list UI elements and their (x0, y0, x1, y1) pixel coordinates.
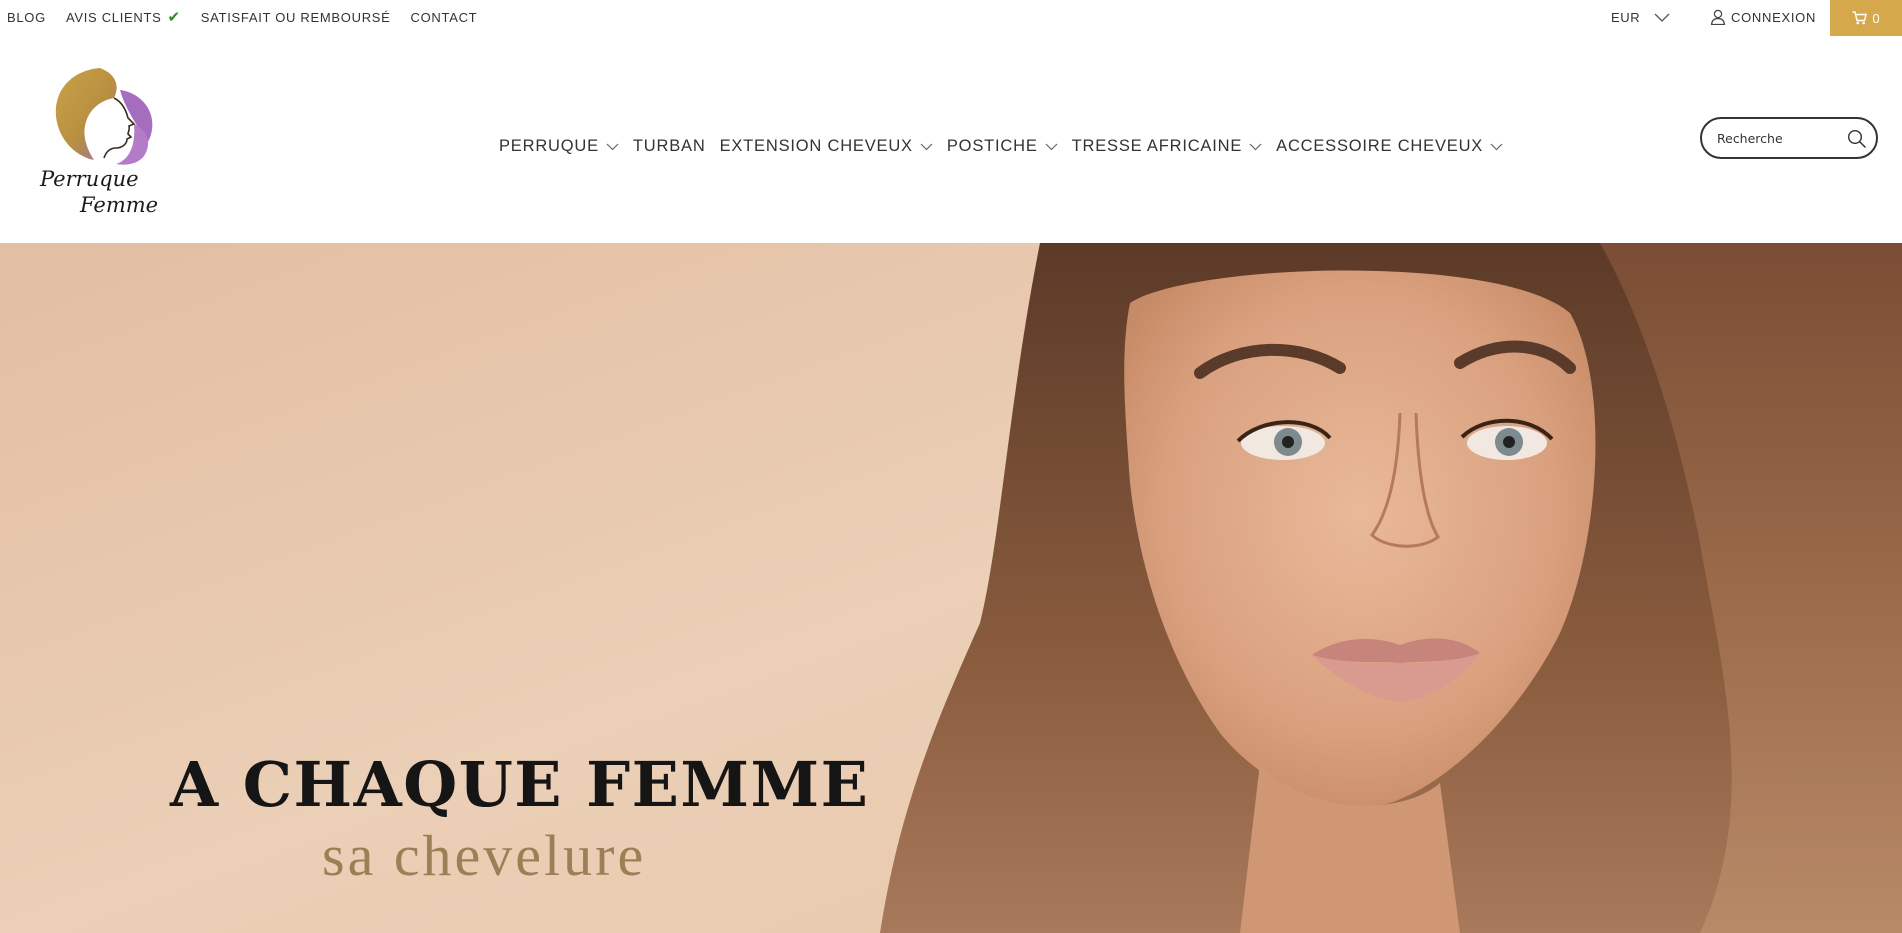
chevron-down-icon (1654, 13, 1670, 22)
nav-item-accessoire-cheveux[interactable]: ACCESSOIRE CHEVEUX (1276, 137, 1503, 156)
check-icon: ✔ (167, 8, 181, 26)
main-nav: PERRUQUE TURBAN EXTENSION CHEVEUX POSTIC… (499, 126, 1517, 166)
hero-image (0, 243, 1902, 933)
site-logo[interactable]: Perruque Femme (36, 64, 172, 219)
cart-count: 0 (1872, 10, 1880, 26)
currency-value: EUR (1611, 9, 1641, 25)
hero-banner[interactable]: A CHAQUE FEMME sa chevelure (0, 243, 1902, 933)
top-link-label: SATISFAIT OU REMBOURSÉ (200, 9, 391, 25)
cart-icon (1852, 11, 1868, 25)
logo-text-line1: Perruque (39, 167, 139, 191)
nav-item-tresse-africaine[interactable]: TRESSE AFRICAINE (1072, 137, 1263, 156)
nav-item-perruque[interactable]: PERRUQUE (499, 137, 619, 156)
top-link-label: AVIS CLIENTS (65, 9, 162, 25)
chevron-down-icon (606, 143, 619, 150)
nav-item-label: TURBAN (632, 136, 706, 155)
search-box (1700, 117, 1878, 159)
top-link-label: CONTACT (410, 9, 478, 25)
nav-item-label: EXTENSION CHEVEUX (719, 136, 913, 155)
top-link-label: BLOG (7, 9, 46, 25)
logo-text-line2: Femme (79, 193, 158, 217)
chevron-down-icon (1490, 143, 1503, 150)
hero-headline: A CHAQUE FEMME (170, 748, 870, 821)
top-nav: BLOG AVIS CLIENTS ✔ SATISFAIT OU REMBOURS… (7, 0, 497, 34)
nav-item-label: PERRUQUE (499, 136, 599, 155)
hero-subline: sa chevelure (322, 823, 647, 888)
currency-selector[interactable]: EUR (1611, 0, 1670, 34)
site-header: Perruque Femme PERRUQUE TURBAN EXTENSION… (0, 36, 1902, 243)
top-bar: BLOG AVIS CLIENTS ✔ SATISFAIT OU REMBOURS… (0, 0, 1902, 36)
nav-item-label: ACCESSOIRE CHEVEUX (1276, 136, 1484, 155)
nav-item-label: TRESSE AFRICAINE (1071, 136, 1243, 155)
top-link-contact[interactable]: CONTACT (411, 10, 478, 25)
login-label: CONNEXION (1731, 9, 1817, 25)
search-input[interactable] (1715, 129, 1839, 147)
top-link-blog[interactable]: BLOG (7, 10, 46, 25)
search-icon[interactable] (1847, 129, 1867, 149)
chevron-down-icon (1045, 143, 1058, 150)
top-link-satisfait-ou-rembourse[interactable]: SATISFAIT OU REMBOURSÉ (201, 10, 391, 25)
nav-item-label: POSTICHE (946, 136, 1038, 155)
top-link-avis-clients[interactable]: AVIS CLIENTS ✔ (66, 10, 181, 25)
chevron-down-icon (1249, 143, 1262, 150)
nav-item-turban[interactable]: TURBAN (633, 137, 706, 156)
nav-item-extension-cheveux[interactable]: EXTENSION CHEVEUX (720, 137, 933, 156)
user-icon (1710, 9, 1726, 25)
logo-image: Perruque Femme (39, 68, 158, 217)
nav-item-postiche[interactable]: POSTICHE (947, 137, 1058, 156)
cart-button[interactable]: 0 (1830, 0, 1902, 36)
chevron-down-icon (920, 143, 933, 150)
login-link[interactable]: CONNEXION (1710, 0, 1816, 34)
